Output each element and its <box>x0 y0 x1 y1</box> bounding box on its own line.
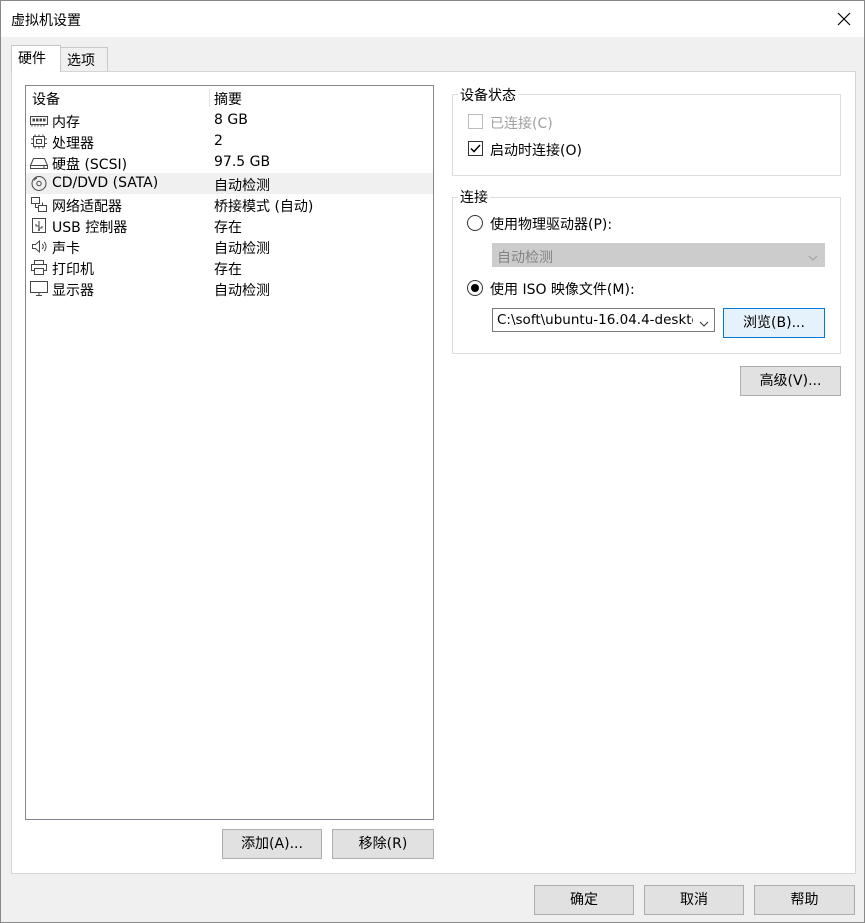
cd-dvd-icon <box>30 176 48 191</box>
display-icon <box>30 281 48 296</box>
advanced-button[interactable]: 高级(V)... <box>740 366 841 396</box>
iso-image-label: 使用 ISO 映像文件(M): <box>490 282 635 298</box>
tab-hardware[interactable]: 硬件 <box>11 45 61 72</box>
connect-on-start-checkbox[interactable] <box>468 141 483 156</box>
device-row-network-adapter[interactable]: 网络适配器 桥接模式 (自动) <box>26 194 433 215</box>
column-divider[interactable] <box>209 89 210 107</box>
physical-drive-radio[interactable] <box>467 215 483 231</box>
memory-icon <box>30 113 48 128</box>
device-name: 网络适配器 <box>52 199 122 215</box>
sound-card-icon <box>30 239 48 254</box>
device-list[interactable]: 设备 摘要 内存 8 GB 处理器 2 硬盘 (SCSI) 97.5 GB CD… <box>25 85 434 820</box>
device-name: 硬盘 (SCSI) <box>52 157 128 173</box>
device-row-sound-card[interactable]: 声卡 自动检测 <box>26 236 433 257</box>
physical-drive-label: 使用物理驱动器(P): <box>490 217 613 233</box>
device-summary: 存在 <box>214 220 242 236</box>
connect-on-start-label: 启动时连接(O) <box>490 143 582 159</box>
column-header-summary[interactable]: 摘要 <box>214 89 242 109</box>
device-summary: 97.5 GB <box>214 154 271 170</box>
tab-options[interactable]: 选项 <box>60 47 108 71</box>
device-summary: 8 GB <box>214 112 248 128</box>
device-name: CD/DVD (SATA) <box>52 175 159 191</box>
list-header: 设备 摘要 <box>26 86 433 108</box>
device-summary: 2 <box>214 133 223 149</box>
device-status-title: 设备状态 <box>458 85 518 105</box>
window-title: 虚拟机设置 <box>11 13 81 29</box>
device-summary: 存在 <box>214 262 242 278</box>
connected-checkbox[interactable] <box>468 114 483 129</box>
device-summary: 自动检测 <box>214 283 270 299</box>
remove-button[interactable]: 移除(R) <box>332 829 434 859</box>
checkmark-icon <box>470 144 481 153</box>
device-row-display[interactable]: 显示器 自动检测 <box>26 278 433 299</box>
browse-button[interactable]: 浏览(B)... <box>723 308 825 338</box>
close-icon[interactable] <box>830 5 858 33</box>
device-status-group <box>452 94 841 176</box>
device-summary: 桥接模式 (自动) <box>214 199 314 215</box>
device-name: 打印机 <box>52 262 94 278</box>
device-name: 内存 <box>52 115 80 131</box>
device-name: 声卡 <box>52 241 80 257</box>
device-row-printer[interactable]: 打印机 存在 <box>26 257 433 278</box>
help-button[interactable]: 帮助 <box>754 885 855 915</box>
connection-title: 连接 <box>458 187 490 207</box>
chevron-down-icon[interactable] <box>699 317 709 327</box>
chevron-down-icon <box>808 251 818 261</box>
settings-dialog: 虚拟机设置 硬件 选项 设备 摘要 内存 8 GB 处理器 2 硬盘 (SCSI… <box>0 0 865 923</box>
network-adapter-icon <box>30 197 48 212</box>
device-summary: 自动检测 <box>214 178 270 194</box>
device-row-hard-disk[interactable]: 硬盘 (SCSI) 97.5 GB <box>26 152 433 173</box>
add-button[interactable]: 添加(A)... <box>222 829 322 859</box>
hard-disk-icon <box>30 155 48 170</box>
processor-icon <box>30 134 48 149</box>
device-row-processor[interactable]: 处理器 2 <box>26 131 433 152</box>
ok-button[interactable]: 确定 <box>534 885 634 915</box>
device-row-usb-controller[interactable]: USB 控制器 存在 <box>26 215 433 236</box>
device-row-memory[interactable]: 内存 8 GB <box>26 110 433 131</box>
device-summary: 自动检测 <box>214 241 270 257</box>
device-name: 处理器 <box>52 136 94 152</box>
device-name: 显示器 <box>52 283 94 299</box>
physical-drive-select[interactable]: 自动检测 <box>492 243 825 267</box>
device-name: USB 控制器 <box>52 220 128 236</box>
iso-path-value: C:\soft\ubuntu-16.04.4-desktop-amd64.iso <box>497 312 693 328</box>
device-row-cd-dvd[interactable]: CD/DVD (SATA) 自动检测 <box>26 173 433 194</box>
cancel-button[interactable]: 取消 <box>644 885 744 915</box>
column-header-device[interactable]: 设备 <box>32 89 60 109</box>
title-bar: 虚拟机设置 <box>1 1 864 37</box>
physical-drive-value: 自动检测 <box>497 250 553 266</box>
connected-label: 已连接(C) <box>490 116 553 132</box>
iso-path-combobox[interactable]: C:\soft\ubuntu-16.04.4-desktop-amd64.iso <box>492 308 715 332</box>
usb-controller-icon <box>30 218 48 233</box>
printer-icon <box>30 260 48 275</box>
iso-image-radio[interactable] <box>467 280 483 296</box>
